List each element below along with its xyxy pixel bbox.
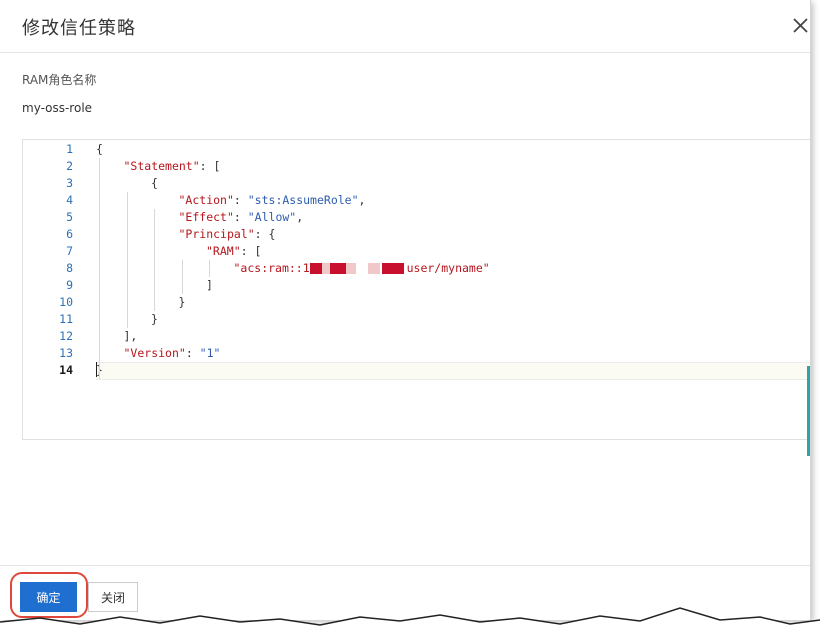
dialog-title: 修改信任策略 bbox=[22, 18, 136, 39]
code-token: : [ bbox=[240, 244, 262, 258]
redaction-block bbox=[321, 263, 330, 274]
role-name-label: RAM角色名称 bbox=[22, 73, 97, 87]
code-line: ] bbox=[206, 277, 213, 294]
code-token: : bbox=[233, 193, 248, 207]
code-token: "acs:ram::1 bbox=[233, 261, 310, 275]
line-number: 11 bbox=[59, 312, 73, 326]
code-token: "Action" bbox=[178, 193, 234, 207]
indent-guide bbox=[99, 158, 100, 379]
line-number: 10 bbox=[59, 295, 73, 309]
code-token: } bbox=[151, 312, 158, 326]
code-token: , bbox=[358, 193, 366, 207]
line-number: 14 bbox=[59, 363, 73, 377]
line-number: 8 bbox=[66, 261, 73, 275]
code-line: "Effect": "Allow", bbox=[179, 209, 304, 226]
redaction-block bbox=[381, 263, 396, 274]
text-cursor bbox=[96, 362, 104, 377]
code-line: { bbox=[151, 175, 158, 192]
redaction-block bbox=[309, 263, 322, 274]
active-line-highlight bbox=[96, 362, 810, 380]
code-token: { bbox=[151, 176, 158, 190]
close-icon[interactable] bbox=[790, 12, 810, 38]
redaction-block bbox=[329, 263, 346, 274]
dialog-header: 修改信任策略 bbox=[0, 0, 810, 53]
line-number: 5 bbox=[66, 210, 73, 224]
code-token: : [ bbox=[199, 159, 221, 173]
code-line: "Statement": [ bbox=[124, 158, 221, 175]
code-token: { bbox=[96, 142, 103, 156]
line-number: 12 bbox=[59, 329, 73, 343]
trust-policy-dialog: 修改信任策略 RAM角色名称 my-oss-role 1 2 3 4 5 6 7 8 9 10 11… bbox=[0, 0, 811, 620]
redaction-block bbox=[367, 263, 380, 274]
code-token: "1" bbox=[199, 346, 221, 360]
line-number: 13 bbox=[59, 346, 73, 360]
code-token: ] bbox=[206, 278, 213, 292]
code-line: ], bbox=[124, 328, 138, 345]
redaction-block bbox=[395, 263, 404, 274]
code-line: } bbox=[179, 294, 186, 311]
line-number-gutter: 1 2 3 4 5 6 7 8 9 10 11 12 13 14 bbox=[23, 140, 83, 439]
code-token: ], bbox=[123, 329, 138, 343]
line-number: 3 bbox=[66, 176, 73, 190]
line-number: 4 bbox=[66, 193, 73, 207]
code-line: "Action": "sts:AssumeRole", bbox=[179, 192, 366, 209]
code-token: "sts:AssumeRole" bbox=[247, 193, 359, 207]
line-number: 6 bbox=[66, 227, 73, 241]
code-token: : { bbox=[254, 227, 276, 241]
indent-guide bbox=[181, 260, 183, 294]
code-token: } bbox=[178, 295, 186, 309]
redaction-block bbox=[345, 263, 356, 274]
torn-edge-decoration bbox=[0, 607, 820, 635]
line-number: 2 bbox=[66, 159, 73, 173]
code-token: , bbox=[296, 210, 304, 224]
policy-code-editor[interactable]: 1 2 3 4 5 6 7 8 9 10 11 12 13 14 {"Statement": [{"Act… bbox=[22, 139, 810, 440]
line-number: 7 bbox=[66, 244, 73, 258]
code-line: "RAM": [ bbox=[206, 243, 261, 260]
indent-guide bbox=[154, 209, 155, 311]
code-token: : bbox=[233, 210, 248, 224]
scrollbar-accent bbox=[807, 366, 810, 456]
code-token: "RAM" bbox=[206, 244, 241, 258]
code-token: : bbox=[185, 346, 200, 360]
code-token: "Effect" bbox=[178, 210, 234, 224]
code-token: "Allow" bbox=[247, 210, 297, 224]
code-line: } bbox=[151, 311, 158, 328]
code-line: { bbox=[96, 141, 103, 158]
code-token: :user/myname" bbox=[399, 261, 490, 275]
indent-guide bbox=[126, 192, 128, 328]
code-line: "Principal": { bbox=[179, 226, 276, 243]
code-token: "Principal" bbox=[178, 227, 255, 241]
line-number: 9 bbox=[66, 278, 73, 292]
indent-guide bbox=[209, 260, 210, 277]
code-line: "Version": "1" bbox=[124, 345, 221, 362]
code-token: "Version" bbox=[123, 346, 186, 360]
role-name-value: my-oss-role bbox=[22, 101, 93, 115]
code-line: "acs:ram::1 :user/myname" bbox=[234, 260, 490, 277]
line-number: 1 bbox=[66, 142, 73, 156]
code-token: "Statement" bbox=[123, 159, 200, 173]
